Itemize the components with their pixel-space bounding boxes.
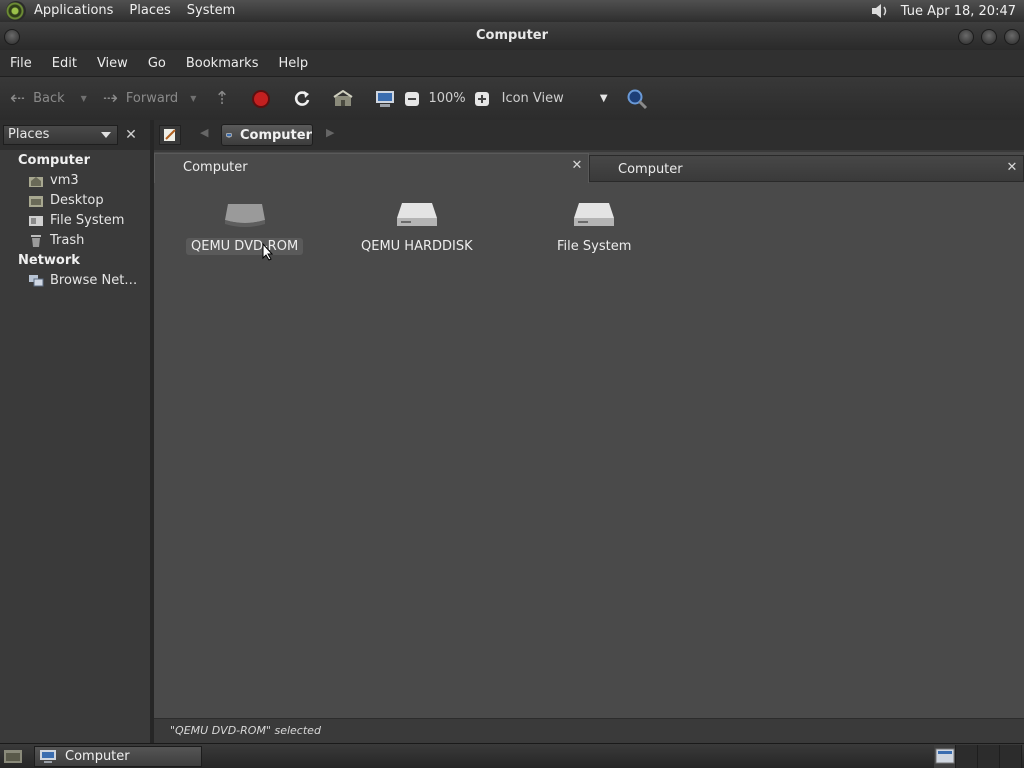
minimize-icon[interactable] [958,29,974,45]
tab-close-icon[interactable]: ✕ [1005,161,1019,175]
edit-location-icon[interactable] [159,125,181,145]
tab-computer-active[interactable]: Computer ✕ [154,153,589,183]
home-folder-icon [29,176,43,187]
sidebar: Computer vm3 Desktop File System Trash N… [0,150,150,743]
sidebar-item-label: File System [50,213,125,228]
trash-icon [31,234,41,247]
tab-computer-inactive[interactable]: Computer ✕ [589,155,1024,182]
sidebar-item-file-system[interactable]: File System [28,213,124,228]
sidebar-item-label: Desktop [50,193,104,208]
up-icon[interactable]: ⇡ [214,77,229,120]
gnome-foot-icon[interactable] [6,1,26,21]
sidepane-selector-label: Places [8,127,50,142]
sidebar-item-browse-network[interactable]: Browse Net… [28,273,137,288]
network-icon [29,274,44,286]
back-history-caret-icon[interactable]: ▼ [81,94,87,103]
filesystem-icon [574,203,615,226]
sidebar-heading-network: Network [18,253,80,268]
workspace-4[interactable] [1000,745,1022,768]
status-text: "QEMU DVD-ROM" selected [170,724,321,737]
forward-arrow-icon: ⇢ [102,88,118,109]
menu-edit[interactable]: Edit [42,56,87,71]
back-arrow-icon: ⇠ [10,88,26,109]
back-button[interactable]: ⇠ Back ▼ [10,77,87,120]
sidebar-item-vm3[interactable]: vm3 [28,173,79,188]
workspace-1[interactable] [934,745,956,768]
mouse-pointer-icon [262,243,274,261]
bottom-panel: Computer [0,743,1024,768]
drive-qemu-dvd-rom[interactable]: QEMU DVD-ROM [186,198,304,255]
panel-tray: Tue Apr 18, 20:47 [869,2,1024,20]
breadcrumb-label: Computer [239,127,312,143]
sidebar-item-label: vm3 [50,173,79,188]
workspace-switcher[interactable] [934,745,1024,768]
tab-label: Computer [618,162,683,177]
breadcrumb-computer[interactable]: Computer [221,124,313,146]
sidebar-item-desktop[interactable]: Desktop [28,193,104,208]
sidebar-item-label: Trash [50,233,85,248]
menubar: File Edit View Go Bookmarks Help [0,50,1024,76]
close-icon[interactable] [1004,29,1020,45]
taskbar-button-label: Computer [65,749,130,764]
menu-view[interactable]: View [87,56,138,71]
search-icon[interactable] [626,77,648,120]
toolbar: ⇠ Back ▼ ⇢ Forward ▼ ⇡ 100% Icon View ▼ [0,76,1024,120]
home-icon[interactable] [333,77,353,120]
menu-go[interactable]: Go [138,56,176,71]
maximize-icon[interactable] [981,29,997,45]
applications-menu[interactable]: Applications [26,0,121,22]
tab-label: Computer [183,160,248,175]
window-title: Computer [475,28,549,43]
drive-file-system[interactable]: File System [552,198,636,255]
window-titlebar[interactable]: Computer [0,22,1024,50]
breadcrumb-right-arrow-icon[interactable]: ▶ [326,126,334,139]
menu-help[interactable]: Help [268,56,318,71]
top-panel: Applications Places System Tue Apr 18, 2… [0,0,1024,22]
computer-icon[interactable] [374,77,396,120]
zoom-out-icon[interactable] [404,77,420,120]
status-bar: "QEMU DVD-ROM" selected [154,718,1024,743]
workspace-2[interactable] [956,745,978,768]
drive-label: File System [557,239,632,254]
workspace-3[interactable] [978,745,1000,768]
forward-label: Forward [125,91,179,106]
forward-history-caret-icon[interactable]: ▼ [190,94,196,103]
view-mode-select[interactable]: Icon View ▼ [502,77,608,120]
clock[interactable]: Tue Apr 18, 20:47 [901,4,1024,19]
stop-icon[interactable] [251,77,271,120]
back-label: Back [33,91,65,106]
menu-file[interactable]: File [0,56,42,71]
window-menu-icon[interactable] [4,29,20,45]
show-desktop-icon[interactable] [2,747,24,766]
volume-icon[interactable] [869,2,891,20]
view-mode-label: Icon View [501,91,564,106]
optical-drive-icon [224,204,265,227]
forward-button[interactable]: ⇢ Forward ▼ [103,77,197,120]
menu-bookmarks[interactable]: Bookmarks [176,56,269,71]
taskbar-button-computer[interactable]: Computer [34,746,202,767]
zoom-level[interactable]: 100% [428,77,465,120]
tab-close-icon[interactable]: ✕ [570,159,584,173]
drive-label: QEMU DVD-ROM [186,238,304,255]
drive-label: QEMU HARDDISK [361,239,473,254]
zoom-in-icon[interactable] [474,77,490,120]
harddisk-icon [396,203,437,226]
desktop-icon [29,195,43,207]
system-menu[interactable]: System [179,0,243,22]
view-mode-caret-icon: ▼ [599,93,608,104]
sidepane-close-icon[interactable]: ✕ [122,126,140,144]
reload-icon[interactable] [292,77,312,120]
sidebar-item-label: Browse Net… [50,273,138,288]
sidebar-item-trash[interactable]: Trash [28,233,84,248]
computer-icon [40,750,56,763]
sidebar-heading-computer: Computer [18,153,91,168]
places-menu[interactable]: Places [121,0,178,22]
drive-icon [29,215,43,226]
breadcrumb-left-arrow-icon[interactable]: ◀ [200,126,208,139]
computer-icon [226,132,232,138]
chevron-down-icon [101,132,111,138]
drive-qemu-harddisk[interactable]: QEMU HARDDISK [356,198,478,255]
sidepane-selector[interactable]: Places [3,125,118,145]
